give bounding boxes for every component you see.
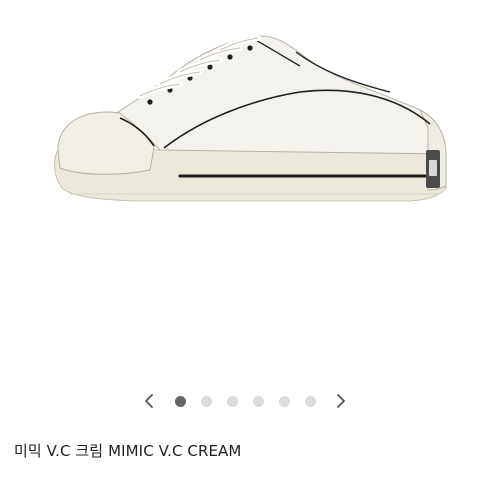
sneaker-image	[54, 35, 447, 202]
product-name: 미믹 V.C 크림 MIMIC V.C CREAM	[14, 442, 242, 460]
carousel-next-button[interactable]	[329, 389, 353, 413]
product-image[interactable]	[0, 0, 490, 380]
carousel-dot[interactable]	[278, 395, 290, 407]
carousel-prev-button[interactable]	[137, 389, 161, 413]
carousel-dot[interactable]	[226, 395, 238, 407]
carousel-dots	[167, 395, 323, 407]
chevron-right-icon	[337, 394, 345, 408]
carousel-dot[interactable]	[200, 395, 212, 407]
carousel-dot[interactable]	[252, 395, 264, 407]
chevron-left-icon	[145, 394, 153, 408]
carousel-dot[interactable]	[304, 395, 316, 407]
carousel-dot[interactable]	[174, 395, 186, 407]
image-carousel-nav	[0, 386, 490, 416]
